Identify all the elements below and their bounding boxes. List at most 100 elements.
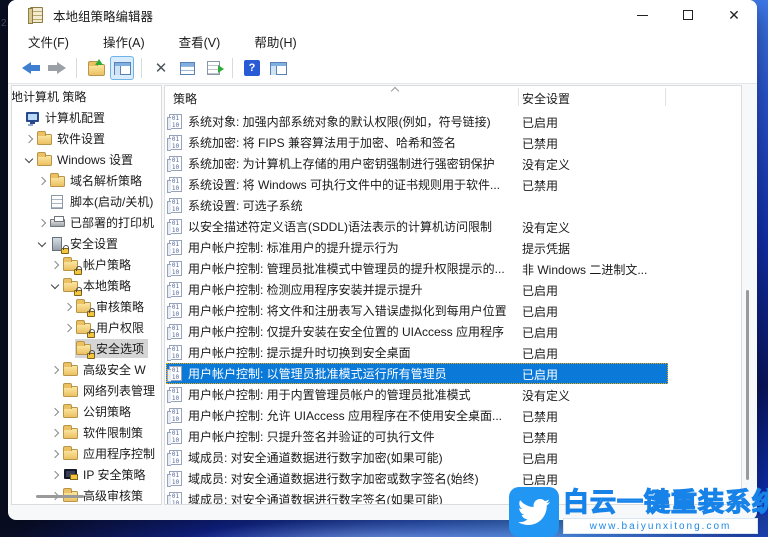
policy-row[interactable]: 01 10 用户帐户控制: 检测应用程序安装并提示提升 已启用 — [165, 279, 741, 300]
tree-item[interactable]: 高级审核策 — [12, 485, 161, 504]
policy-document-icon: 01 10 — [167, 450, 182, 466]
chevron-right-icon[interactable] — [50, 449, 60, 459]
console-tree-pane[interactable]: 本地计算机 策略计算机配置软件设置 Windows 设置域名解析策略脚本(启动/关… — [11, 85, 162, 505]
tree-item-label: 本地计算机 策略 — [11, 90, 87, 104]
policy-row[interactable]: 01 10 用户帐户控制: 允许 UIAccess 应用程序在不使用安全桌面... 已… — [165, 405, 741, 426]
policy-row[interactable]: 01 10 用户帐户控制: 仅提升安装在安全位置的 UIAccess 应用程序 已启用 — [165, 321, 741, 342]
tree-item[interactable]: 公钥策略 — [12, 401, 161, 422]
policy-setting: 非 Windows 二进制文... — [522, 263, 648, 277]
new-window-icon[interactable] — [266, 56, 290, 80]
policy-row[interactable]: 01 10 系统加密: 为计算机上存储的用户密钥强制进行强密钥保护 没有定义 — [165, 153, 741, 174]
chevron-down-icon[interactable] — [50, 281, 60, 291]
chevron-right-icon[interactable] — [63, 302, 73, 312]
chevron-right-icon[interactable] — [63, 323, 73, 333]
ip-security-icon — [63, 467, 81, 483]
policy-list-pane[interactable]: 策略 安全设置 01 10 系统对象: 加强内部系统对象的默认权限(例如，符号链接)… — [164, 85, 742, 505]
tree-item[interactable]: IP 安全策略 — [12, 464, 161, 485]
policy-row[interactable]: 01 10 用户帐户控制: 以管理员批准模式运行所有管理员 已启用 — [165, 363, 741, 384]
show-console-tree-icon[interactable] — [110, 56, 134, 80]
policy-setting: 已禁用 — [522, 137, 559, 151]
column-header-policy[interactable]: 策略 — [173, 90, 197, 107]
tree-item-label: 帐户策略 — [83, 258, 132, 272]
chevron-right-icon[interactable] — [50, 365, 60, 375]
tree-item[interactable]: 软件限制策 — [12, 422, 161, 443]
tree-item[interactable]: 应用程序控制 — [12, 443, 161, 464]
policy-row[interactable]: 01 10 用户帐户控制: 用于内置管理员帐户的管理员批准模式 没有定义 — [165, 384, 741, 405]
policy-row[interactable]: 01 10 系统加密: 将 FIPS 兼容算法用于加密、哈希和签名 已禁用 — [165, 132, 741, 153]
tree-item[interactable]: 脚本(启动/关机) — [12, 191, 161, 212]
policy-row[interactable]: 01 10 以安全描述符定义语言(SDDL)语法表示的计算机访问限制 没有定义 — [165, 216, 741, 237]
chevron-right-icon[interactable] — [50, 260, 60, 270]
security-settings-icon — [50, 236, 69, 254]
policy-row[interactable]: 01 10 用户帐户控制: 提示提升时切换到安全桌面 已启用 — [165, 342, 741, 363]
policy-document-icon: 01 10 — [167, 324, 182, 340]
back-icon[interactable] — [19, 56, 43, 80]
watermark-url: www.baiyunxitong.com — [563, 518, 758, 534]
policy-setting: 已启用 — [522, 116, 559, 130]
policy-document-icon: 01 10 — [167, 345, 182, 361]
tree-item[interactable]: 用户权限 — [12, 317, 161, 338]
maximize-button[interactable] — [665, 0, 711, 30]
policy-row[interactable]: 01 10 域成员: 对安全通道数据进行数字加密(如果可能) 已启用 — [165, 447, 741, 468]
policy-row[interactable]: 01 10 系统设置: 将 Windows 可执行文件中的证书规则用于软件... 已禁… — [165, 174, 741, 195]
forward-icon[interactable] — [45, 56, 69, 80]
policy-row[interactable]: 01 10 用户帐户控制: 标准用户的提升提示行为 提示凭据 — [165, 237, 741, 258]
tree-item[interactable]: 安全设置 — [12, 233, 161, 254]
policy-row[interactable]: 01 10 用户帐户控制: 管理员批准模式中管理员的提升权限提示的... 非 Wind… — [165, 258, 741, 279]
folder-icon — [37, 151, 55, 168]
column-header-setting[interactable]: 安全设置 — [522, 90, 570, 107]
policy-document-icon: 01 10 — [167, 219, 182, 235]
tree-item[interactable]: 本地策略 — [12, 275, 161, 296]
tree-item[interactable]: 安全选项 — [12, 338, 161, 359]
column-divider[interactable] — [665, 88, 666, 106]
chevron-right-icon[interactable] — [50, 428, 60, 438]
tree-item[interactable]: 域名解析策略 — [12, 170, 161, 191]
export-list-icon[interactable] — [201, 56, 225, 80]
watermark-title: 白云一键重装系统 — [562, 486, 768, 517]
mmc-document-icon — [28, 7, 43, 24]
close-button[interactable]: ✕ — [711, 0, 757, 30]
policy-setting: 已启用 — [522, 473, 559, 487]
tree-item[interactable]: 高级安全 W — [12, 359, 161, 380]
chevron-right-icon[interactable] — [37, 218, 47, 228]
policy-row[interactable]: 01 10 系统对象: 加强内部系统对象的默认权限(例如，符号链接) 已启用 — [165, 111, 741, 132]
properties-icon[interactable] — [175, 56, 199, 80]
minimize-button[interactable] — [619, 0, 665, 30]
chevron-right-icon[interactable] — [50, 407, 60, 417]
policy-setting: 已启用 — [522, 305, 559, 319]
chevron-right-icon[interactable] — [24, 134, 34, 144]
tree-item[interactable]: 计算机配置 — [12, 107, 161, 128]
policy-row[interactable]: 01 10 用户帐户控制: 只提升签名并验证的可执行文件 已禁用 — [165, 426, 741, 447]
help-icon[interactable]: ? — [240, 56, 264, 80]
menu-item-0[interactable]: 文件(F) — [18, 30, 79, 54]
policy-row[interactable]: 01 10 系统设置: 可选子系统 — [165, 195, 741, 216]
chevron-right-icon[interactable] — [37, 176, 47, 186]
tree-item[interactable]: 本地计算机 策略 — [11, 86, 161, 107]
tree-item[interactable]: 软件设置 — [12, 128, 161, 149]
chevron-right-icon[interactable] — [50, 470, 60, 480]
menu-item-1[interactable]: 操作(A) — [93, 30, 155, 54]
menu-item-2[interactable]: 查看(V) — [169, 30, 231, 54]
vertical-scrollbar[interactable] — [746, 290, 749, 480]
title-bar[interactable]: 本地组策略编辑器 ✕ — [8, 0, 757, 30]
policy-setting: 已禁用 — [522, 410, 559, 424]
policy-row[interactable]: 01 10 用户帐户控制: 将文件和注册表写入错误虚拟化到每用户位置 已启用 — [165, 300, 741, 321]
policy-row[interactable]: 01 10 域成员: 对安全通道数据进行数字加密或数字签名(始终) 已启用 — [165, 468, 741, 489]
up-one-level-icon[interactable] — [84, 56, 108, 80]
chevron-down-icon[interactable] — [24, 155, 34, 165]
chevron-down-icon[interactable] — [37, 239, 47, 249]
tree-item[interactable]: 已部署的打印机 — [12, 212, 161, 233]
policy-setting: 已禁用 — [522, 179, 559, 193]
tree-item[interactable]: Windows 设置 — [12, 149, 161, 170]
tree-item[interactable]: 审核策略 — [12, 296, 161, 317]
toolbar-separator — [141, 58, 142, 78]
column-divider[interactable] — [518, 88, 519, 106]
menu-bar: 文件(F) 操作(A) 查看(V) 帮助(H) — [8, 30, 757, 53]
tree-item-label: 高级安全 W — [83, 363, 146, 377]
delete-icon[interactable]: ✕ — [149, 56, 173, 80]
horizontal-scrollbar[interactable] — [36, 495, 84, 498]
tree-item[interactable]: 网络列表管理 — [12, 380, 161, 401]
tree-item[interactable]: 帐户策略 — [12, 254, 161, 275]
menu-item-3[interactable]: 帮助(H) — [244, 30, 306, 54]
